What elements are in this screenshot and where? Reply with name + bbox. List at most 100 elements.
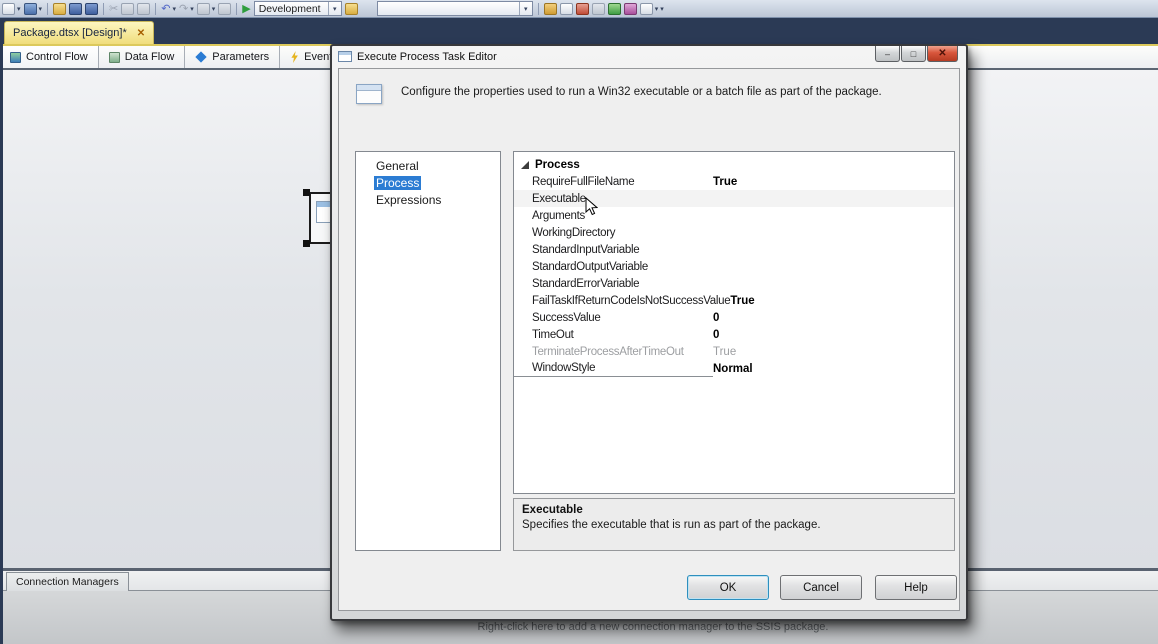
toolbar-separator xyxy=(103,2,105,15)
property-row[interactable]: FailTaskIfReturnCodeIsNotSuccessValue Tru… xyxy=(514,292,954,309)
new-file-icon[interactable] xyxy=(2,2,15,15)
copy-icon[interactable] xyxy=(121,2,135,15)
selection-handle[interactable] xyxy=(303,189,310,196)
property-row[interactable]: SuccessValue 0 xyxy=(514,309,954,326)
close-button[interactable]: ✕ xyxy=(927,46,958,62)
undo-icon[interactable]: ↶ xyxy=(161,3,170,15)
property-category-row[interactable]: Process xyxy=(514,156,954,173)
start-debug-icon[interactable]: ▶ xyxy=(242,3,250,15)
paste-icon[interactable] xyxy=(137,2,151,15)
tab-control-flow[interactable]: Control Flow xyxy=(0,46,99,68)
open-folder-icon[interactable] xyxy=(53,2,67,15)
property-name: WorkingDirectory xyxy=(532,226,616,239)
window-icon[interactable] xyxy=(639,2,653,15)
dialog-content: Configure the properties used to run a W… xyxy=(338,68,960,611)
navigate-back-dropdown-icon[interactable]: ▾ xyxy=(212,5,216,13)
platform-combo[interactable]: ▾ xyxy=(376,1,533,16)
property-row[interactable]: WorkingDirectory xyxy=(514,224,954,241)
parameters-icon xyxy=(195,51,207,63)
property-row[interactable]: Arguments xyxy=(514,207,954,224)
save-all-icon[interactable] xyxy=(85,2,99,15)
log-events-icon[interactable] xyxy=(559,2,573,15)
solution-configuration-combo[interactable]: Development ▾ xyxy=(253,1,342,16)
property-value[interactable]: True xyxy=(713,346,736,358)
property-help-panel: Executable Specifies the executable that… xyxy=(513,498,955,551)
tab-data-flow[interactable]: Data Flow xyxy=(99,46,186,68)
nav-item-label: Expressions xyxy=(376,192,442,207)
package-configurations-icon[interactable] xyxy=(623,2,637,15)
property-row[interactable]: StandardOutputVariable xyxy=(514,258,954,275)
selection-handle[interactable] xyxy=(303,240,310,247)
tab-label: Parameters xyxy=(212,51,270,63)
category-expanded-icon xyxy=(521,160,529,169)
dialog-titlebar: Execute Process Task Editor xyxy=(332,46,966,67)
grid-options-icon[interactable] xyxy=(591,2,605,15)
property-name: SuccessValue xyxy=(532,311,601,324)
nav-item-process[interactable]: Process xyxy=(356,174,500,191)
add-item-icon[interactable] xyxy=(23,2,37,15)
maximize-button[interactable]: □ xyxy=(901,46,926,62)
redo-icon[interactable]: ↷ xyxy=(179,3,188,15)
dialog-title: Execute Process Task Editor xyxy=(357,50,497,63)
breakpoints-icon[interactable] xyxy=(575,2,589,15)
property-row[interactable]: RequireFullFileName True xyxy=(514,173,954,190)
variables-icon[interactable] xyxy=(543,2,557,15)
solution-configuration-value: Development xyxy=(258,2,321,15)
combo-dropdown-icon: ▾ xyxy=(327,2,341,15)
document-tab-label: Package.dtsx [Design]* xyxy=(13,27,127,39)
dialog-header-description: Configure the properties used to run a W… xyxy=(401,86,882,98)
property-row[interactable]: Executable xyxy=(514,190,954,207)
connection-managers-tab-label: Connection Managers xyxy=(16,576,119,588)
toolbar-separator xyxy=(537,2,539,15)
nav-item-expressions[interactable]: Expressions xyxy=(356,191,500,208)
nav-item-label: Process xyxy=(374,175,422,190)
cancel-button[interactable]: Cancel xyxy=(780,575,862,600)
add-item-dropdown-icon[interactable]: ▾ xyxy=(39,5,43,13)
combo-dropdown-icon: ▾ xyxy=(518,2,532,15)
nav-item-label: General xyxy=(376,158,419,173)
control-flow-icon xyxy=(10,51,21,63)
property-row[interactable]: TimeOut 0 xyxy=(514,326,954,343)
task-editor-header-icon xyxy=(356,84,382,104)
navigate-back-icon[interactable] xyxy=(196,2,210,15)
property-value[interactable]: True xyxy=(713,176,737,188)
minimize-button[interactable]: – xyxy=(875,46,900,62)
property-row[interactable]: WindowStyle Normal xyxy=(514,360,954,377)
property-row[interactable]: TerminateProcessAfterTimeOut True xyxy=(514,343,954,360)
tab-parameters[interactable]: Parameters xyxy=(185,46,281,68)
tab-label: Data Flow xyxy=(124,51,175,63)
deploy-package-icon[interactable] xyxy=(344,2,358,15)
property-name: StandardErrorVariable xyxy=(532,277,640,290)
property-row[interactable]: StandardErrorVariable xyxy=(514,275,954,292)
property-name: Executable xyxy=(532,192,586,205)
property-value[interactable]: Normal xyxy=(713,363,753,375)
document-tab-package[interactable]: Package.dtsx [Design]* ✕ xyxy=(4,21,155,44)
property-help-title: Executable xyxy=(522,504,583,516)
save-icon[interactable] xyxy=(69,2,83,15)
toolbar-separator xyxy=(236,2,238,15)
document-tab-close-icon[interactable]: ✕ xyxy=(137,28,145,39)
property-value[interactable]: 0 xyxy=(713,329,719,341)
ok-button[interactable]: OK xyxy=(687,575,769,600)
nav-item-general[interactable]: General xyxy=(356,157,500,174)
property-row[interactable]: StandardInputVariable xyxy=(514,241,954,258)
tab-label: Control Flow xyxy=(26,51,88,63)
mouse-cursor-icon xyxy=(585,197,598,216)
undo-dropdown-icon[interactable]: ▾ xyxy=(172,5,176,13)
refresh-icon[interactable] xyxy=(607,2,621,15)
dialog-nav-list: General Process Expressions xyxy=(355,151,501,551)
execute-process-task-editor-dialog: Execute Process Task Editor – □ ✕ Config… xyxy=(330,44,968,621)
redo-dropdown-icon[interactable]: ▾ xyxy=(190,5,194,13)
property-value[interactable]: 0 xyxy=(713,312,719,324)
navigate-forward-icon[interactable] xyxy=(218,2,232,15)
property-name: Arguments xyxy=(532,209,585,222)
property-name: TimeOut xyxy=(532,328,574,341)
cut-icon[interactable]: ✂ xyxy=(109,3,118,15)
help-button[interactable]: Help xyxy=(875,575,957,600)
new-file-dropdown-icon[interactable]: ▾ xyxy=(17,5,21,13)
toolbar-dropdown-icon[interactable]: ▾ xyxy=(655,5,659,13)
toolbar-overflow-icon[interactable]: ▾ xyxy=(660,5,664,13)
property-value[interactable]: True xyxy=(730,295,754,307)
tab-connection-managers[interactable]: Connection Managers xyxy=(6,572,129,591)
dialog-window-icon xyxy=(338,51,352,62)
